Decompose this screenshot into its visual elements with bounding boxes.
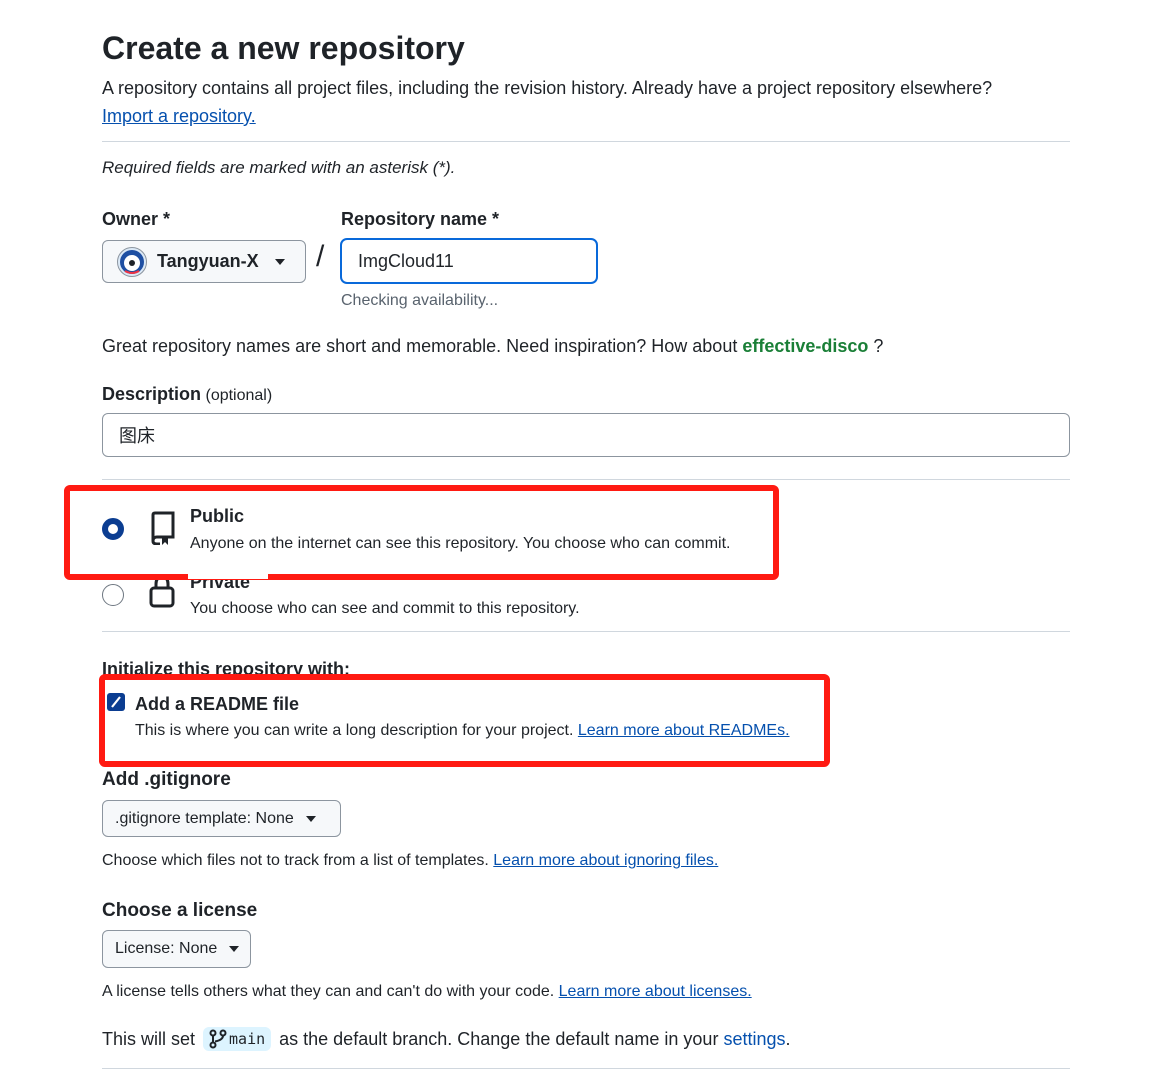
divider — [102, 141, 1070, 142]
branch-suffix: . — [785, 1028, 791, 1049]
owner-avatar-icon — [120, 249, 144, 274]
chevron-down-icon — [229, 946, 240, 952]
owner-select[interactable]: Tangyuan-X — [102, 240, 306, 283]
private-description: You choose who can see and commit to thi… — [190, 600, 580, 617]
gitignore-learn-more-link[interactable]: Learn more about ignoring files. — [493, 852, 718, 869]
license-learn-more-link[interactable]: Learn more about licenses. — [559, 983, 752, 1000]
page-title: Create a new repository — [102, 30, 465, 66]
import-repository-link[interactable]: Import a repository. — [102, 106, 256, 127]
owner-avatar — [117, 246, 147, 277]
description-input[interactable]: 图床 — [102, 413, 1070, 457]
gitignore-description: Choose which files not to track from a l… — [102, 852, 718, 870]
private-radio[interactable] — [102, 584, 124, 606]
description-value: 图床 — [119, 426, 155, 447]
branch-badge: main — [203, 1027, 272, 1051]
owner-label: Owner * — [102, 209, 171, 229]
git-branch-icon — [209, 1029, 227, 1049]
gitignore-heading: Add .gitignore — [102, 769, 231, 790]
description-label: Description (optional) — [102, 384, 272, 405]
divider — [102, 631, 1070, 632]
readme-highlight-box — [99, 674, 830, 767]
repository-name-value: ImgCloud11 — [358, 250, 454, 271]
owner-name: Tangyuan-X — [157, 251, 259, 271]
repository-name-label: Repository name * — [341, 209, 500, 229]
availability-status: Checking availability... — [341, 292, 499, 309]
name-suggestion: Great repository names are short and mem… — [102, 336, 883, 357]
branch-prefix: This will set — [102, 1028, 196, 1049]
suggestion-text: Great repository names are short and mem… — [102, 336, 738, 356]
license-description-text: A license tells others what they can and… — [102, 983, 555, 1000]
page-intro: A repository contains all project files,… — [102, 78, 993, 98]
public-highlight-box — [64, 485, 779, 580]
license-heading: Choose a license — [102, 900, 258, 921]
owner-repo-separator: / — [316, 240, 325, 273]
chevron-down-icon — [305, 815, 316, 822]
readme-highlight-mask — [102, 668, 362, 674]
license-description: A license tells others what they can and… — [102, 983, 752, 1001]
divider — [102, 479, 1070, 480]
default-branch-note: This will set main as the default branch… — [102, 1027, 791, 1051]
repository-name-input[interactable]: ImgCloud11 — [340, 238, 598, 284]
branch-middle: as the default branch. Change the defaul… — [279, 1028, 719, 1049]
suggestion-end: ? — [873, 336, 884, 356]
license-select[interactable]: License: None — [102, 930, 251, 968]
public-highlight-mask — [188, 572, 268, 579]
required-fields-note: Required fields are marked with an aster… — [102, 158, 456, 177]
divider — [102, 1068, 1070, 1069]
branch-name: main — [229, 1030, 266, 1048]
suggested-name[interactable]: effective-disco — [742, 336, 868, 356]
settings-link[interactable]: settings — [723, 1029, 785, 1050]
gitignore-description-text: Choose which files not to track from a l… — [102, 852, 489, 869]
description-label-text: Description — [102, 384, 202, 404]
gitignore-template-select[interactable]: .gitignore template: None — [102, 800, 341, 837]
license-select-label: License: None — [115, 940, 218, 957]
chevron-down-icon — [274, 258, 285, 265]
gitignore-select-label: .gitignore template: None — [115, 809, 294, 827]
description-optional: (optional) — [205, 387, 273, 404]
